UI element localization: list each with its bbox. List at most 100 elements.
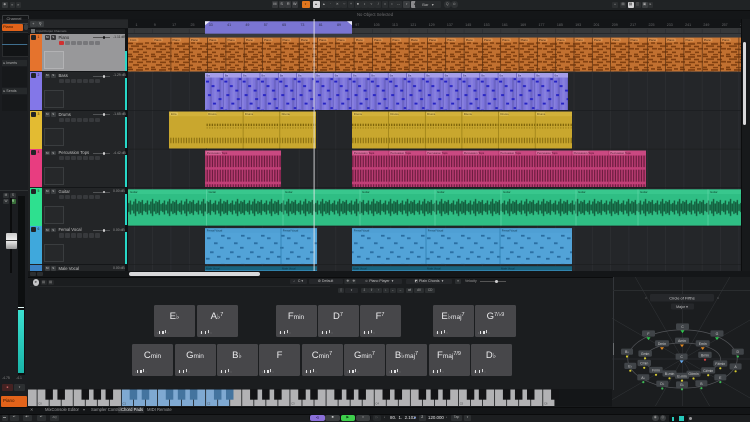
svg-text:9: 9 xyxy=(154,23,156,27)
svg-text:Piano: Piano xyxy=(356,38,364,42)
svg-text:Percussion Tops: Percussion Tops xyxy=(207,151,228,155)
svg-text:201: 201 xyxy=(594,23,600,27)
svg-text:Cmin: Cmin xyxy=(640,362,648,366)
svg-text:Drums: Drums xyxy=(354,112,363,116)
svg-text:Fmin: Fmin xyxy=(652,369,660,373)
svg-text:153: 153 xyxy=(484,23,490,27)
svg-text:113: 113 xyxy=(392,23,398,27)
svg-text:Male Vocal: Male Vocal xyxy=(353,267,367,271)
svg-text:Ba: Ba xyxy=(536,73,540,77)
svg-text:25: 25 xyxy=(191,23,195,27)
svg-text:17: 17 xyxy=(172,23,176,27)
svg-text:C6: C6 xyxy=(544,402,548,406)
svg-text:Piano: Piano xyxy=(502,38,510,42)
svg-text:‹: ‹ xyxy=(645,296,647,301)
svg-text:Male Vocal: Male Vocal xyxy=(282,267,296,271)
svg-text:Guitar: Guitar xyxy=(640,190,648,194)
svg-text:Piano: Piano xyxy=(429,38,437,42)
svg-text:C0: C0 xyxy=(38,402,42,406)
svg-text:233: 233 xyxy=(667,23,673,27)
svg-text:41: 41 xyxy=(227,23,231,27)
svg-text:Piano: Piano xyxy=(466,38,474,42)
svg-text:G#min: G#min xyxy=(688,372,698,376)
svg-text:B♭: B♭ xyxy=(625,350,629,354)
svg-text:Drums: Drums xyxy=(282,112,291,116)
svg-text:Ba: Ba xyxy=(408,73,412,77)
svg-text:F#min: F#min xyxy=(715,362,725,366)
svg-text:57: 57 xyxy=(264,23,268,27)
svg-text:Drums: Drums xyxy=(390,112,399,116)
svg-text:Femal Vocal: Femal Vocal xyxy=(207,229,223,233)
svg-text:Percussion Tops: Percussion Tops xyxy=(354,151,375,155)
svg-text:Ba: Ba xyxy=(518,73,522,77)
svg-text:89: 89 xyxy=(337,23,341,27)
svg-text:Piano: Piano xyxy=(447,38,455,42)
svg-text:Piano: Piano xyxy=(539,38,547,42)
svg-text:E♭min: E♭min xyxy=(677,374,687,378)
svg-text:Piano: Piano xyxy=(173,38,181,42)
svg-text:Drums: Drums xyxy=(245,112,254,116)
svg-text:E♭: E♭ xyxy=(628,364,632,368)
svg-text:Ba: Ba xyxy=(353,73,357,77)
svg-text:Piano: Piano xyxy=(337,38,345,42)
svg-text:Guitar: Guitar xyxy=(578,190,586,194)
svg-text:Ba: Ba xyxy=(206,73,210,77)
svg-text:Piano: Piano xyxy=(557,38,565,42)
svg-text:Drums: Drums xyxy=(500,112,509,116)
svg-text:Guitar: Guitar xyxy=(437,190,445,194)
svg-text:Amin: Amin xyxy=(678,339,686,343)
svg-text:121: 121 xyxy=(410,23,416,27)
svg-text:137: 137 xyxy=(447,23,453,27)
svg-text:Guitar: Guitar xyxy=(209,190,217,194)
svg-text:Ba: Ba xyxy=(555,73,559,77)
svg-text:217: 217 xyxy=(630,23,636,27)
svg-text:Piano: Piano xyxy=(154,38,162,42)
svg-text:161: 161 xyxy=(502,23,508,27)
svg-text:Ba: Ba xyxy=(316,73,320,77)
svg-text:1: 1 xyxy=(136,23,138,27)
svg-text:33: 33 xyxy=(209,23,213,27)
svg-text:D♭: D♭ xyxy=(660,382,665,386)
svg-text:Drums: Drums xyxy=(208,112,217,116)
svg-text:81: 81 xyxy=(319,23,323,27)
svg-text:Femal Vocal: Femal Vocal xyxy=(428,229,444,233)
svg-text:Ba: Ba xyxy=(371,73,375,77)
svg-text:169: 169 xyxy=(520,23,526,27)
svg-text:Piano: Piano xyxy=(484,38,492,42)
svg-text:209: 209 xyxy=(612,23,618,27)
svg-text:Dmin: Dmin xyxy=(658,342,666,346)
svg-text:Piano: Piano xyxy=(392,38,400,42)
svg-text:Percussion Tops: Percussion Tops xyxy=(610,151,631,155)
svg-text:Piano: Piano xyxy=(631,38,639,42)
svg-text:Emin: Emin xyxy=(699,342,707,346)
svg-text:Ba: Ba xyxy=(426,73,430,77)
svg-text:Guitar: Guitar xyxy=(130,190,138,194)
svg-text:C1: C1 xyxy=(123,402,127,406)
svg-text:Ba: Ba xyxy=(280,73,284,77)
svg-text:Femal Vocal: Femal Vocal xyxy=(354,229,370,233)
svg-text:Cmin: Cmin xyxy=(130,38,137,42)
svg-text:B♭min: B♭min xyxy=(665,372,675,376)
svg-text:A♭: A♭ xyxy=(641,376,645,380)
svg-text:Guitar: Guitar xyxy=(710,190,718,194)
svg-text:Piano: Piano xyxy=(576,38,584,42)
svg-text:Piano: Piano xyxy=(319,38,327,42)
svg-text:Bmin: Bmin xyxy=(701,353,709,357)
svg-text:65: 65 xyxy=(282,23,286,27)
svg-text:105: 105 xyxy=(374,23,380,27)
svg-text:C3: C3 xyxy=(291,402,295,406)
svg-text:Circle of Fifths: Circle of Fifths xyxy=(669,295,695,300)
svg-text:Piano: Piano xyxy=(191,38,199,42)
svg-text:Piano: Piano xyxy=(704,38,712,42)
svg-text:Drums: Drums xyxy=(537,112,546,116)
svg-text:185: 185 xyxy=(557,23,563,27)
svg-text:Percussion Tops: Percussion Tops xyxy=(574,151,595,155)
svg-text:Ba: Ba xyxy=(243,73,247,77)
svg-text:49: 49 xyxy=(245,23,249,27)
svg-text:Piano: Piano xyxy=(667,38,675,42)
svg-text:73: 73 xyxy=(300,23,304,27)
svg-text:225: 225 xyxy=(649,23,655,27)
svg-text:C2: C2 xyxy=(207,402,211,406)
svg-text:Piano: Piano xyxy=(301,38,309,42)
svg-text:Drums: Drums xyxy=(464,112,473,116)
